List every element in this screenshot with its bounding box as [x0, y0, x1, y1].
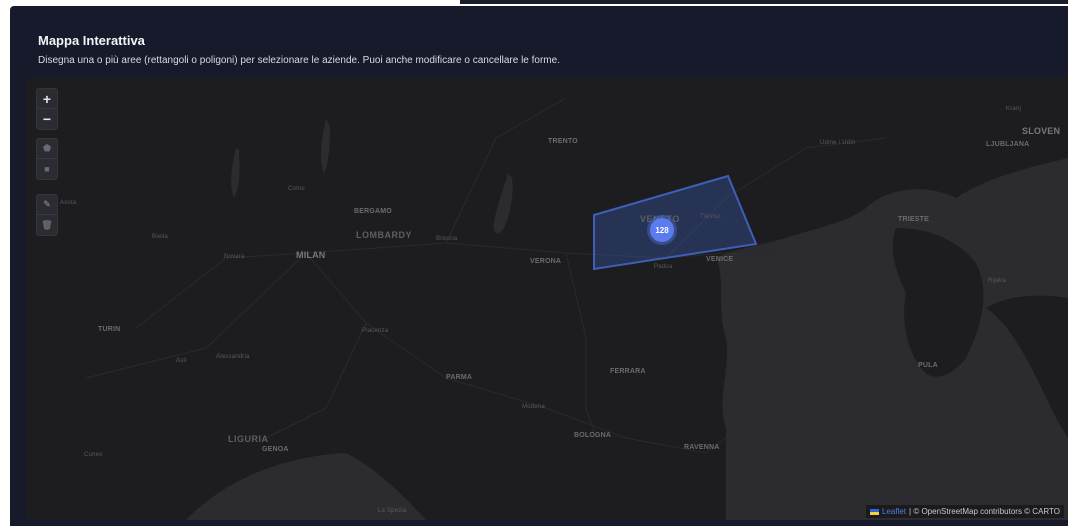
label-milan: MILAN: [296, 250, 326, 260]
label-alessandria: Alessandria: [216, 354, 250, 360]
trash-icon[interactable]: 🗑: [37, 215, 57, 235]
label-venice: VENICE: [706, 256, 734, 263]
zoom-control: + −: [36, 88, 58, 130]
label-trieste: TRIESTE: [898, 216, 929, 223]
label-lombardy: LOMBARDY: [356, 230, 412, 240]
label-la-spezia: La Spezia: [378, 508, 407, 514]
panel-title-label: Mappa Interattiva: [38, 33, 145, 48]
lake-como: [320, 118, 330, 173]
label-turin: TURIN: [98, 326, 121, 333]
lake-garda: [493, 173, 513, 234]
label-verona: VERONA: [530, 258, 562, 265]
label-udine: Udine / Udin: [820, 140, 856, 146]
panel-description: Disegna una o più aree (rettangoli o pol…: [38, 55, 560, 66]
label-ferrara: FERRARA: [610, 368, 646, 375]
top-strip: [460, 0, 1068, 4]
label-aosta: Aosta: [60, 200, 77, 206]
cluster-marker[interactable]: 128: [650, 218, 674, 242]
label-ravenna: RAVENNA: [684, 444, 720, 451]
label-liguria: LIGURIA: [228, 434, 269, 444]
label-treviso: Treviso: [700, 214, 721, 220]
lake-maggiore: [231, 148, 240, 198]
label-brescia: Brescia: [436, 236, 458, 242]
label-asti: Asti: [176, 358, 187, 364]
polygon-icon[interactable]: ⬟: [37, 139, 57, 159]
interactive-map[interactable]: + − ⬟ ■ ✎ 🗑 TRENTO Udine / Udin SLOVEN L…: [26, 78, 1068, 520]
attribution-text: | © OpenStreetMap contributors © CARTO: [909, 507, 1060, 516]
label-pula: PULA: [918, 362, 938, 369]
label-parma: PARMA: [446, 374, 473, 381]
ukraine-flag-icon: [870, 508, 879, 515]
label-kranj: Kranj: [1006, 106, 1022, 112]
label-slovenia: SLOVEN: [1022, 126, 1061, 136]
label-cuneo: Cuneo: [84, 452, 103, 458]
label-genoa: GENOA: [262, 446, 289, 453]
map-attribution: Leaflet | © OpenStreetMap contributors ©…: [866, 505, 1064, 518]
edit-icon[interactable]: ✎: [37, 195, 57, 215]
label-ljubljana: LJUBLJANA: [986, 141, 1030, 148]
label-piacenza: Piacenza: [362, 328, 389, 334]
label-bologna: BOLOGNA: [574, 432, 612, 439]
label-trento: TRENTO: [548, 138, 578, 145]
label-biella: Biella: [152, 234, 168, 240]
draw-toolbar: ⬟ ■: [36, 138, 58, 180]
label-rijeka: Rijeka: [988, 278, 1006, 284]
label-como: Como: [288, 186, 305, 192]
zoom-out-button[interactable]: −: [37, 109, 57, 129]
edit-toolbar: ✎ 🗑: [36, 194, 58, 236]
label-modena: Modena: [522, 404, 545, 410]
map-basemap: [85, 97, 1068, 520]
label-padua: Padua: [654, 264, 673, 270]
rectangle-icon[interactable]: ■: [37, 159, 57, 179]
label-bergamo: BERGAMO: [354, 208, 392, 215]
label-novara: Novara: [224, 254, 245, 260]
zoom-in-button[interactable]: +: [37, 89, 57, 109]
leaflet-link[interactable]: Leaflet: [882, 507, 906, 516]
